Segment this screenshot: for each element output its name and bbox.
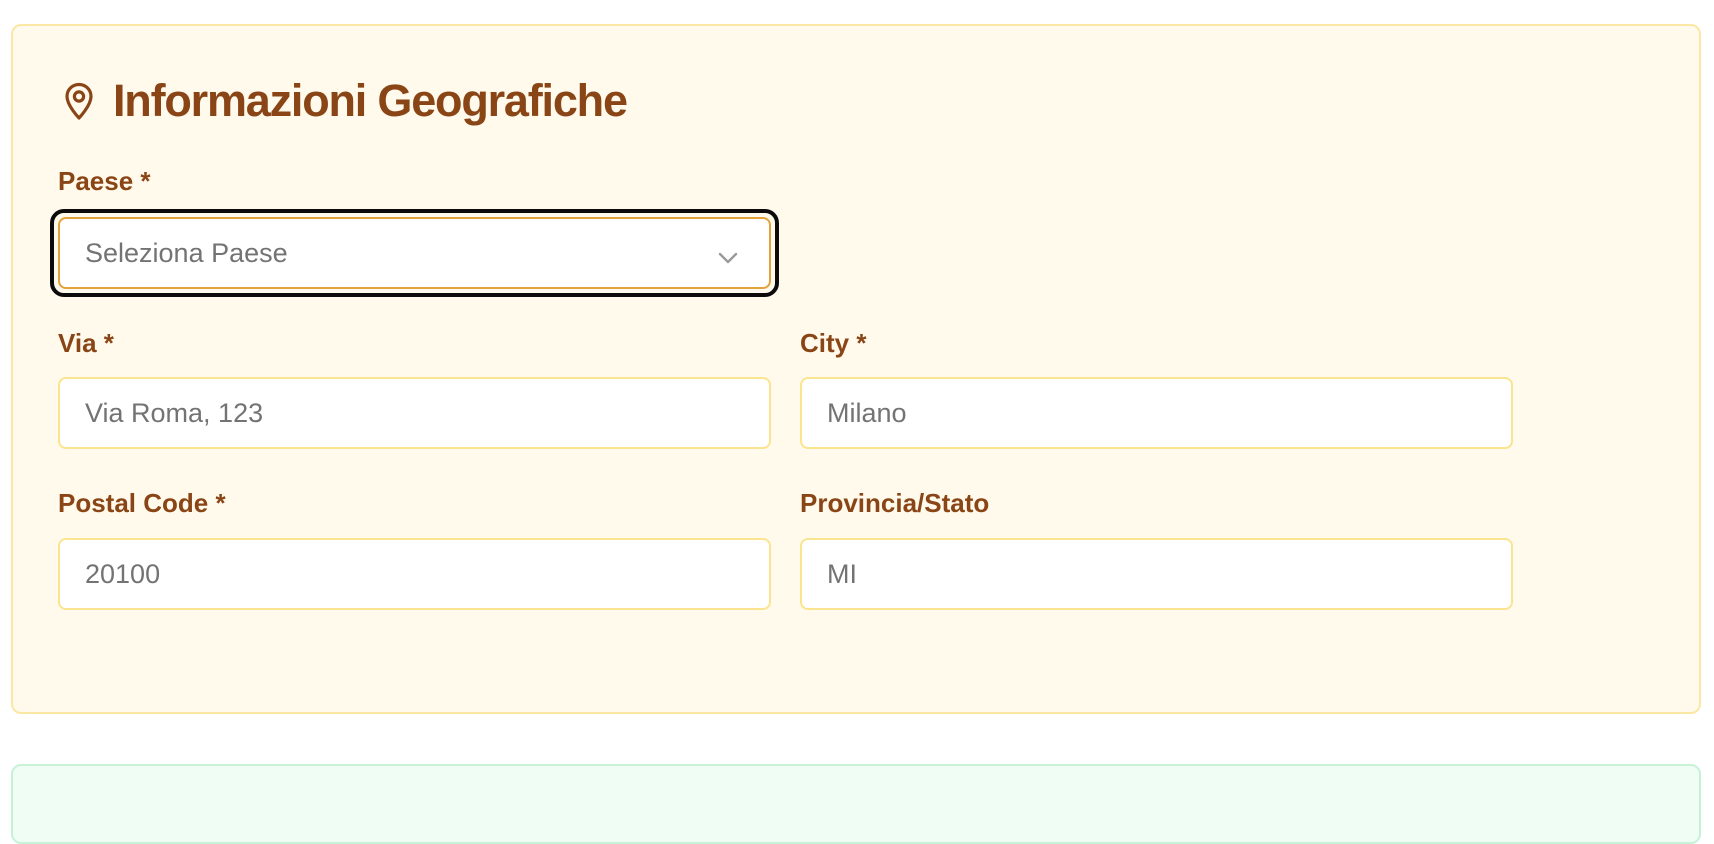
section-title: Informazioni Geografiche xyxy=(113,75,628,126)
postal-code-input[interactable]: 20100 xyxy=(58,538,771,610)
province-input-placeholder: MI xyxy=(827,559,857,589)
chevron-down-icon xyxy=(718,252,738,264)
postal-code-label: Postal Code * xyxy=(58,488,226,518)
section-header: Informazioni Geografiche xyxy=(63,75,628,126)
city-input[interactable]: Milano xyxy=(800,377,1513,449)
postal-code-input-placeholder: 20100 xyxy=(85,559,161,589)
province-label: Provincia/Stato xyxy=(800,488,990,518)
geographic-info-section: Informazioni Geografiche Paese * Selezio… xyxy=(11,24,1701,714)
country-label: Paese * xyxy=(58,166,151,196)
city-input-placeholder: Milano xyxy=(827,398,907,428)
country-select[interactable]: Seleziona Paese xyxy=(58,217,771,289)
street-input-placeholder: Via Roma, 123 xyxy=(85,398,264,428)
map-pin-icon xyxy=(63,81,95,121)
country-select-value: Seleziona Paese xyxy=(85,238,288,268)
province-input[interactable]: MI xyxy=(800,538,1513,610)
city-label: City * xyxy=(800,328,867,358)
next-section xyxy=(11,764,1701,844)
street-label: Via * xyxy=(58,328,114,358)
street-input[interactable]: Via Roma, 123 xyxy=(58,377,771,449)
